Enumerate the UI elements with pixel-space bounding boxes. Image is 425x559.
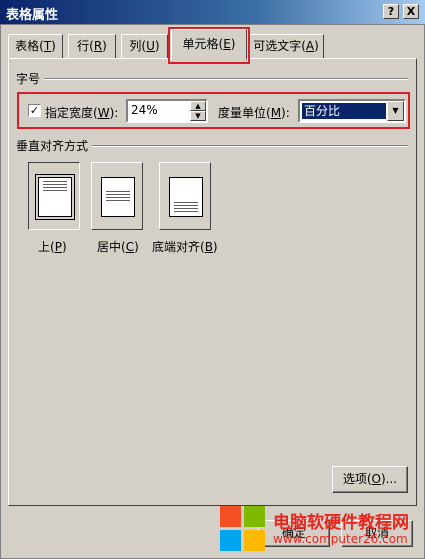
watermark-url: www.computer26.com (273, 532, 408, 546)
chevron-down-icon[interactable]: ▼ (387, 101, 404, 121)
logo-green-pane (244, 506, 265, 527)
label-suffix: ): (281, 106, 290, 120)
spin-down-icon[interactable]: ▼ (190, 111, 206, 121)
align-center-button[interactable] (91, 162, 143, 230)
tab-mnemonic: U (146, 39, 155, 53)
bottom-lines (174, 202, 198, 214)
tab-suffix: ) (154, 39, 160, 53)
logo-blue-pane (220, 530, 241, 551)
spin-up-icon[interactable]: ▲ (190, 101, 206, 111)
specify-width-label: 指定宽度(W): (45, 104, 118, 121)
align-top-label: 上(P) (38, 238, 67, 255)
tab-table[interactable]: 表格(T) (8, 34, 63, 59)
tab-suffix: ) (314, 39, 319, 53)
align-center-icon (101, 177, 135, 217)
align-top-button[interactable] (28, 162, 80, 230)
button-suffix: )... (381, 472, 398, 486)
tab-suffix: ) (102, 39, 107, 53)
site-watermark: 电脑软硬件教程网 www.computer26.com (218, 504, 425, 559)
label-text: 上( (38, 240, 55, 254)
width-spinner[interactable]: 24% ▲ ▼ (126, 99, 208, 123)
watermark-title: 电脑软硬件教程网 (273, 513, 409, 533)
measure-unit-select[interactable]: 百分比 ▼ (298, 99, 406, 123)
tab-mnemonic: R (93, 39, 103, 53)
options-button[interactable]: 选项(O)... (332, 466, 408, 493)
tab-label: 单元格( (182, 37, 224, 51)
size-section-divider (18, 78, 408, 80)
button-text: 选项( (342, 472, 372, 486)
label-mnemonic: B (204, 240, 213, 254)
label-suffix: ) (61, 240, 67, 254)
measure-unit-label: 度量单位(M): (218, 104, 290, 121)
tab-suffix: ) (230, 37, 236, 51)
label-text: 底端对齐( (152, 240, 205, 254)
top-lines (43, 181, 67, 193)
label-text: 指定宽度( (45, 106, 98, 120)
tab-alt-text[interactable]: 可选文字(A) (248, 34, 324, 59)
help-button[interactable]: ? (383, 4, 399, 19)
align-bottom-icon (169, 177, 203, 217)
valign-section-title: 垂直对齐方式 (16, 137, 93, 154)
windows-logo-icon (220, 506, 268, 554)
label-mnemonic: P (54, 240, 62, 254)
center-lines (106, 191, 130, 203)
align-center-label: 居中(C) (97, 238, 139, 255)
tab-label: 可选文字( (253, 39, 306, 53)
label-text: 度量单位( (218, 106, 271, 120)
title-bar: 表格属性 ? X (0, 0, 425, 24)
spinner-arrows: ▲ ▼ (190, 101, 206, 121)
align-bottom-label: 底端对齐(B) (152, 238, 218, 255)
tab-label: 行( (77, 39, 94, 53)
logo-yellow-pane (244, 530, 265, 551)
close-button[interactable]: X (403, 4, 419, 19)
align-top-icon (35, 174, 75, 220)
button-mnemonic: O (371, 472, 381, 486)
label-mnemonic: M (270, 106, 282, 120)
label-text: 居中( (97, 240, 126, 254)
tab-row[interactable]: 行(R) (68, 34, 116, 59)
tab-column[interactable]: 列(U) (121, 34, 168, 59)
label-mnemonic: W (97, 106, 110, 120)
tab-label: 列( (129, 39, 147, 53)
tab-mnemonic: A (305, 39, 315, 53)
tab-mnemonic: E (223, 37, 231, 51)
window-title: 表格属性 (6, 8, 59, 23)
tab-suffix: ) (51, 39, 56, 53)
align-bottom-button[interactable] (159, 162, 211, 230)
tab-label: 表格( (15, 39, 44, 53)
logo-red-pane (220, 506, 241, 527)
label-mnemonic: C (125, 240, 135, 254)
tab-cell[interactable]: 单元格(E) (171, 29, 247, 60)
size-section-title: 字号 (16, 70, 45, 87)
width-value[interactable]: 24% (131, 103, 158, 117)
label-suffix: ) (212, 240, 218, 254)
specify-width-checkbox[interactable]: ✓ (28, 104, 41, 117)
label-suffix: ): (109, 106, 119, 120)
label-suffix: ) (134, 240, 139, 254)
measure-unit-value[interactable]: 百分比 (302, 103, 386, 119)
